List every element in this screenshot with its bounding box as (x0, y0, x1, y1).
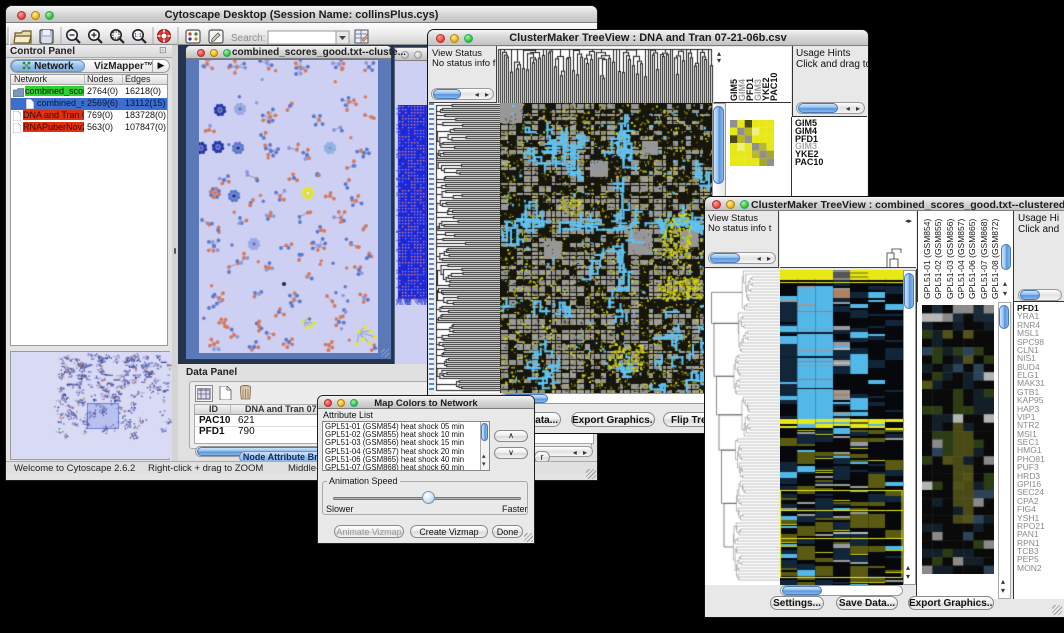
svg-text:Search:: Search: (231, 33, 265, 44)
svg-text:1:1: 1:1 (134, 33, 142, 39)
